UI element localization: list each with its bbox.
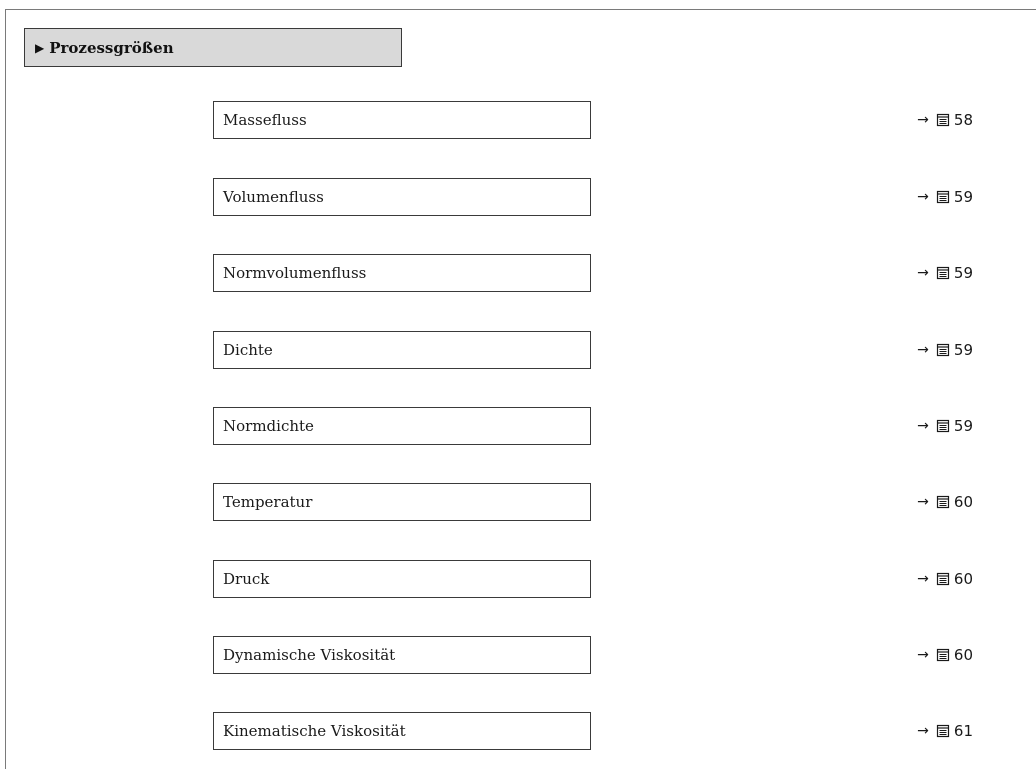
book-page-icon — [936, 343, 950, 357]
arrow-right-icon: → — [917, 418, 929, 434]
book-page-icon — [936, 648, 950, 662]
arrow-right-icon: → — [917, 189, 929, 205]
parameter-dichte[interactable]: Dichte — [213, 331, 591, 369]
parameter-dynamische-viskositaet[interactable]: Dynamische Viskosität — [213, 636, 591, 674]
book-page-icon — [936, 190, 950, 204]
page-reference-link[interactable]: → 61 — [917, 712, 973, 750]
page-reference-link[interactable]: → 60 — [917, 483, 973, 521]
section-header-prozessgroessen[interactable]: ▶ Prozessgrößen — [24, 28, 402, 67]
page-reference-link[interactable]: → 59 — [917, 331, 973, 369]
page-reference-link[interactable]: → 59 — [917, 178, 973, 216]
book-page-icon — [936, 724, 950, 738]
page-number: 60 — [953, 646, 973, 664]
parameter-label: Volumenfluss — [223, 188, 324, 206]
page-number: 59 — [953, 417, 973, 435]
page-number: 59 — [953, 188, 973, 206]
arrow-right-icon: → — [917, 265, 929, 281]
arrow-right-icon: → — [917, 494, 929, 510]
parameter-row: Temperatur → 60 — [213, 483, 1013, 521]
parameter-label: Dynamische Viskosität — [223, 646, 396, 664]
page-reference-link[interactable]: → 60 — [917, 560, 973, 598]
parameter-row: Normdichte → 59 — [213, 407, 1013, 445]
parameter-normvolumenfluss[interactable]: Normvolumenfluss — [213, 254, 591, 292]
triangle-right-icon: ▶ — [35, 40, 45, 55]
parameter-row: Massefluss → 58 — [213, 101, 1013, 139]
page-reference-link[interactable]: → 60 — [917, 636, 973, 674]
parameter-temperatur[interactable]: Temperatur — [213, 483, 591, 521]
arrow-right-icon: → — [917, 342, 929, 358]
parameter-row: Dynamische Viskosität → 60 — [213, 636, 1013, 674]
page-number: 60 — [953, 570, 973, 588]
book-page-icon — [936, 419, 950, 433]
page-number: 61 — [953, 722, 973, 740]
parameter-label: Normvolumenfluss — [223, 264, 367, 282]
arrow-right-icon: → — [917, 571, 929, 587]
arrow-right-icon: → — [917, 647, 929, 663]
page-reference-link[interactable]: → 58 — [917, 101, 973, 139]
page-number: 59 — [953, 264, 973, 282]
parameter-label: Temperatur — [223, 493, 313, 511]
book-page-icon — [936, 495, 950, 509]
section-title: Prozessgrößen — [49, 38, 174, 57]
parameter-row: Volumenfluss → 59 — [213, 178, 1013, 216]
parameter-druck[interactable]: Druck — [213, 560, 591, 598]
page-number: 58 — [953, 111, 973, 129]
page-number: 59 — [953, 341, 973, 359]
parameter-row: Dichte → 59 — [213, 331, 1013, 369]
parameter-volumenfluss[interactable]: Volumenfluss — [213, 178, 591, 216]
parameter-row: Druck → 60 — [213, 560, 1013, 598]
book-page-icon — [936, 113, 950, 127]
parameter-label: Druck — [223, 570, 270, 588]
parameter-label: Kinematische Viskosität — [223, 722, 406, 740]
parameter-label: Massefluss — [223, 111, 307, 129]
parameter-row: Normvolumenfluss → 59 — [213, 254, 1013, 292]
page-number: 60 — [953, 493, 973, 511]
arrow-right-icon: → — [917, 723, 929, 739]
page-reference-link[interactable]: → 59 — [917, 407, 973, 445]
parameter-label: Normdichte — [223, 417, 314, 435]
parameter-normdichte[interactable]: Normdichte — [213, 407, 591, 445]
parameter-row: Kinematische Viskosität → 61 — [213, 712, 1013, 750]
parameter-massefluss[interactable]: Massefluss — [213, 101, 591, 139]
parameter-kinematische-viskositaet[interactable]: Kinematische Viskosität — [213, 712, 591, 750]
parameter-label: Dichte — [223, 341, 273, 359]
book-page-icon — [936, 266, 950, 280]
book-page-icon — [936, 572, 950, 586]
page-reference-link[interactable]: → 59 — [917, 254, 973, 292]
arrow-right-icon: → — [917, 112, 929, 128]
